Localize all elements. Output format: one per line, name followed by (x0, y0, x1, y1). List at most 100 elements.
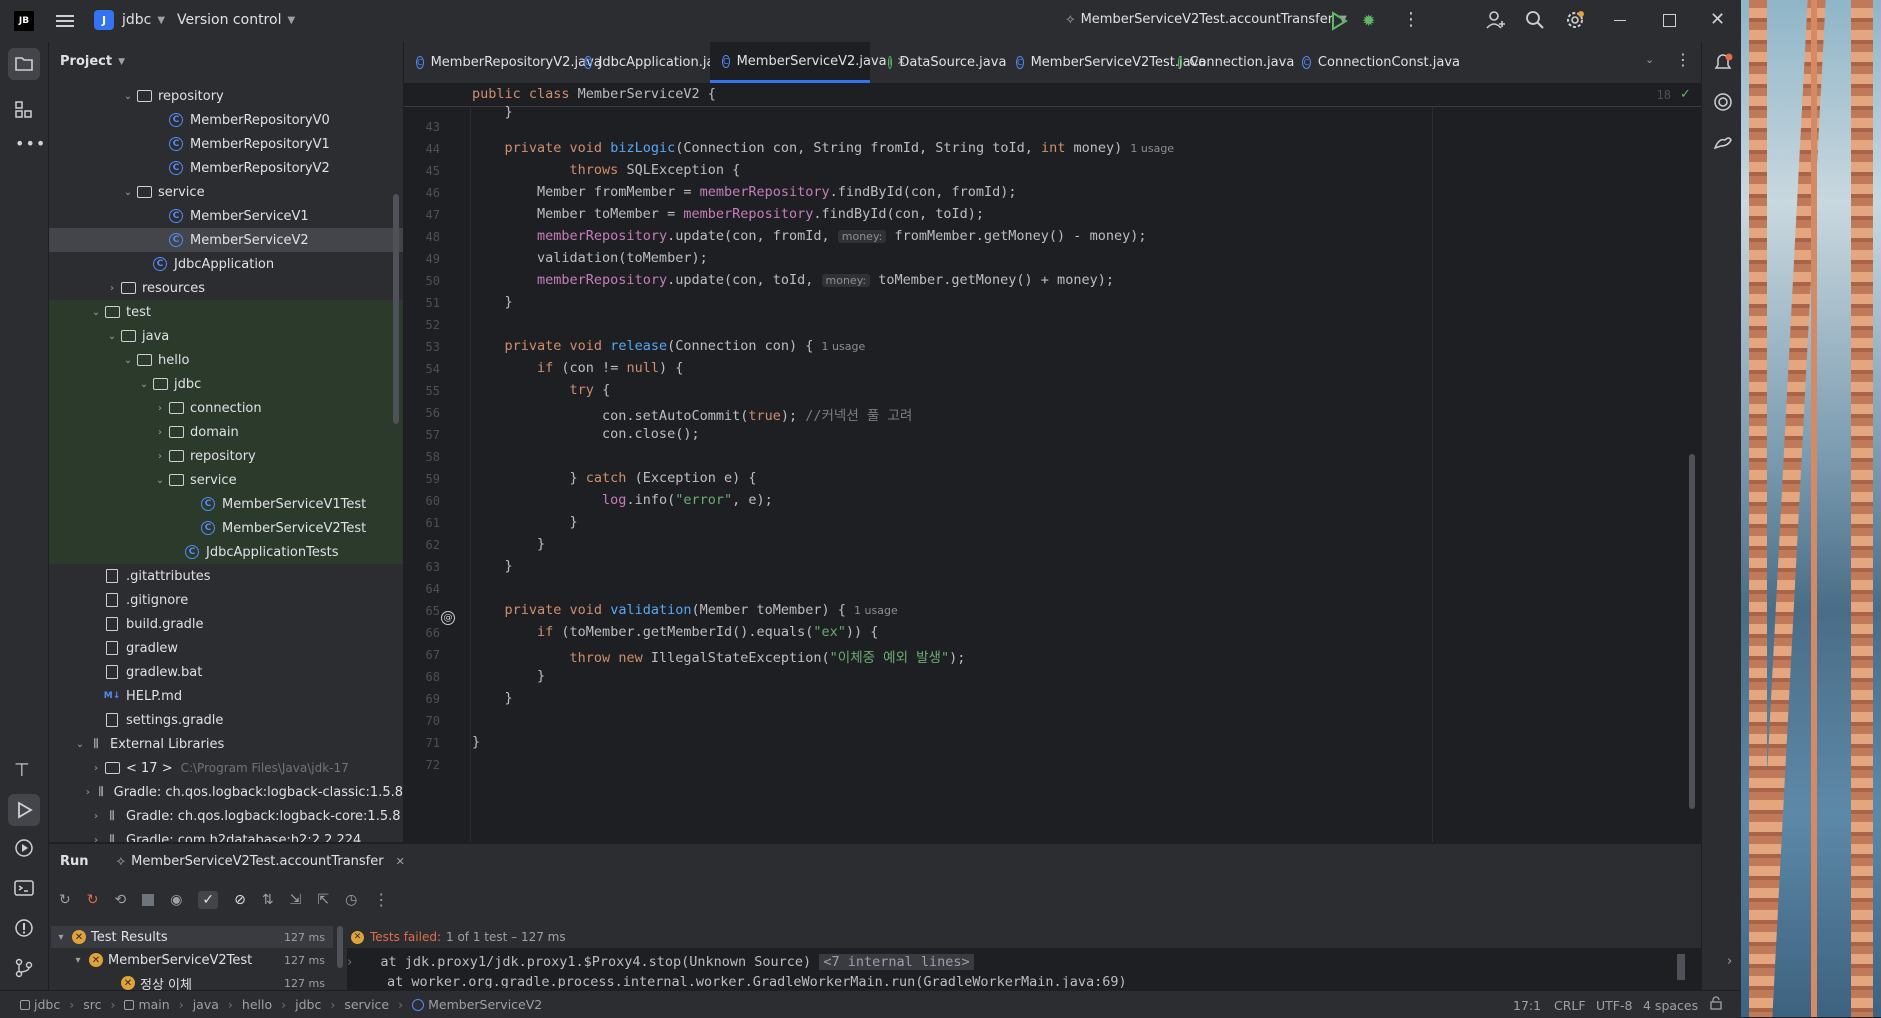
editor-scrollbar[interactable] (1689, 454, 1695, 809)
build-hammer-icon[interactable]: ⊤ (14, 760, 30, 781)
tree-item[interactable]: C MemberServiceV2 (49, 228, 403, 252)
maximize-icon[interactable] (1663, 14, 1676, 27)
tree-item[interactable]: › ⫼ Gradle: com.h2database:h2:2.2.224 (49, 828, 403, 843)
history-clock-icon[interactable]: ◷ (345, 892, 357, 908)
debug-icon[interactable]: ✹ (1362, 11, 1375, 30)
chevron-down-icon[interactable]: ⌄ (105, 331, 119, 342)
structure-icon[interactable] (14, 100, 34, 124)
breadcrumb-item[interactable]: java (193, 997, 219, 1012)
app-logo-icon[interactable]: JB (14, 11, 34, 31)
terminal-icon[interactable] (14, 878, 34, 902)
tree-item[interactable]: gradlew.bat (49, 660, 403, 684)
sort-icon[interactable]: ⇅ (262, 892, 274, 908)
tree-item[interactable]: C JdbcApplicationTests (49, 540, 403, 564)
tree-item[interactable]: C JdbcApplication (49, 252, 403, 276)
tree-item[interactable]: ⌄ service (49, 180, 403, 204)
chevron-down-icon[interactable]: ⌄ (73, 739, 87, 750)
tree-item[interactable]: › repository (49, 444, 403, 468)
show-ignored-icon[interactable]: ⊘ (234, 892, 246, 908)
chevron-right-icon[interactable]: › (89, 811, 103, 822)
editor-tab[interactable]: C MemberRepositoryV2.java (404, 42, 602, 83)
tree-item[interactable]: › < 17 > C:\Program Files\Java\jdk-17 (49, 756, 403, 780)
test-tree-scrollbar[interactable] (337, 926, 343, 968)
chevron-down-icon[interactable]: ⌄ (153, 475, 167, 486)
tree-item[interactable]: › resources (49, 276, 403, 300)
chevron-right-icon[interactable]: › (89, 763, 103, 774)
inspection-ok-icon[interactable]: ✓ (1680, 87, 1691, 102)
tree-item[interactable]: › ⫼ Gradle: ch.qos.logback:logback-core:1.… (49, 804, 403, 828)
vcs-widget[interactable]: Version control ▼ (177, 12, 295, 28)
tree-item[interactable]: ⌄ service (49, 468, 403, 492)
notifications-icon[interactable] (1712, 52, 1734, 78)
chevron-down-icon[interactable]: ⌄ (137, 379, 151, 390)
editor-tab[interactable]: C MemberServiceV2.java ✕ (710, 42, 906, 83)
test-class-row[interactable]: ▾ ✕ MemberServiceV2Test 127 ms (51, 949, 333, 971)
tree-item[interactable]: › domain (49, 420, 403, 444)
tree-item[interactable]: ⌄ hello (49, 348, 403, 372)
rerun-failed-icon[interactable]: ↻ (87, 892, 99, 908)
expand-all-icon[interactable]: ⇲ (290, 892, 302, 908)
services-icon[interactable] (14, 838, 34, 862)
chevron-down-icon[interactable]: ⌄ (121, 91, 135, 102)
chevron-right-icon[interactable]: › (89, 835, 103, 843)
toggle-auto-test-icon[interactable]: ⟲ (114, 892, 126, 908)
chevron-down-icon[interactable]: ⌄ (89, 307, 103, 318)
tree-item[interactable]: ⌄ test (49, 300, 403, 324)
test-results-row[interactable]: ▾ ✕ Test Results 127 ms (51, 926, 333, 948)
breadcrumb-item[interactable]: main (138, 997, 169, 1012)
tree-item[interactable]: C MemberRepositoryV2 (49, 156, 403, 180)
gradle-icon[interactable] (1713, 132, 1733, 156)
readonly-lock-icon[interactable] (1709, 996, 1723, 1013)
tree-item[interactable]: C MemberRepositoryV0 (49, 108, 403, 132)
chevron-right-icon[interactable]: › (82, 787, 94, 798)
chevron-right-icon[interactable]: › (153, 403, 167, 414)
code-editor[interactable]: 43 44 45 46 47 48 49 50 51 52 53 54 55 56 57 58 59 60 61 62… (404, 84, 1701, 842)
breadcrumb-item[interactable]: src (83, 997, 101, 1012)
chevron-right-icon[interactable]: › (153, 451, 167, 462)
project-widget[interactable]: J jdbc ▼ (94, 10, 165, 30)
tree-item[interactable]: C MemberServiceV1Test (49, 492, 403, 516)
console-scrollbar[interactable] (1677, 954, 1685, 980)
more-actions-icon[interactable]: ⋮ (1402, 9, 1420, 30)
tabs-more-icon[interactable]: ⋮ (1675, 50, 1691, 69)
internal-lines-fold[interactable]: <7 internal lines> (819, 954, 974, 970)
chevron-right-icon[interactable]: › (153, 427, 167, 438)
editor-tab[interactable]: I DataSource.java (876, 42, 1006, 83)
tree-item[interactable]: ⌄ jdbc (49, 372, 403, 396)
console-scroll-right-icon[interactable]: › (1727, 954, 1732, 969)
chevron-down-icon[interactable]: ⌄ (121, 355, 135, 366)
run-console[interactable]: ✕ Tests failed: 1 of 1 test – 127 ms › at… (347, 926, 1732, 991)
main-menu-icon[interactable] (56, 13, 74, 33)
more-options-icon[interactable]: ⋮ (373, 890, 389, 909)
tree-item[interactable]: build.gradle (49, 612, 403, 636)
caret-position[interactable]: 17:1 (1513, 998, 1541, 1013)
rerun-icon[interactable]: ↻ (59, 892, 71, 908)
breadcrumb-item[interactable]: jdbc (295, 997, 321, 1012)
run-config-selector[interactable]: ⟡ MemberServiceV2Test.accountTransfer ▼ (1066, 12, 1347, 27)
project-panel-header[interactable]: Project ▼ (60, 54, 125, 69)
tree-item[interactable]: M↓ HELP.md (49, 684, 403, 708)
close-icon[interactable]: ✕ (1710, 9, 1725, 30)
breadcrumb-item[interactable]: hello (242, 997, 272, 1012)
override-at-icon[interactable]: @ (441, 611, 455, 625)
minimize-icon[interactable] (1614, 20, 1626, 21)
tree-item[interactable]: ⌄ java (49, 324, 403, 348)
tabs-overflow-chevron-icon[interactable]: ⌄ (1645, 53, 1654, 66)
editor-tab[interactable]: C JdbcApplication.java (572, 42, 730, 83)
show-passed-check-icon[interactable]: ✓ (198, 890, 219, 909)
tree-item[interactable]: ⌄ repository (49, 84, 403, 108)
editor-tab[interactable]: C MemberServiceV2Test.java (1004, 42, 1206, 83)
close-tab-icon[interactable]: ✕ (396, 855, 405, 868)
search-icon[interactable] (1525, 10, 1545, 34)
breadcrumb-item[interactable]: jdbc (34, 997, 60, 1012)
add-user-icon[interactable] (1486, 10, 1506, 34)
tree-item[interactable]: C MemberRepositoryV1 (49, 132, 403, 156)
project-tool-button[interactable] (8, 48, 40, 80)
show-ignored-eye-icon[interactable]: ◉ (170, 892, 182, 908)
problems-icon[interactable] (14, 918, 34, 942)
run-icon[interactable] (1330, 11, 1348, 35)
tree-item[interactable]: C MemberServiceV2Test (49, 516, 403, 540)
collapse-all-icon[interactable]: ⇱ (317, 892, 329, 908)
tree-scrollbar[interactable] (393, 194, 399, 424)
tree-item[interactable]: C MemberServiceV1 (49, 204, 403, 228)
